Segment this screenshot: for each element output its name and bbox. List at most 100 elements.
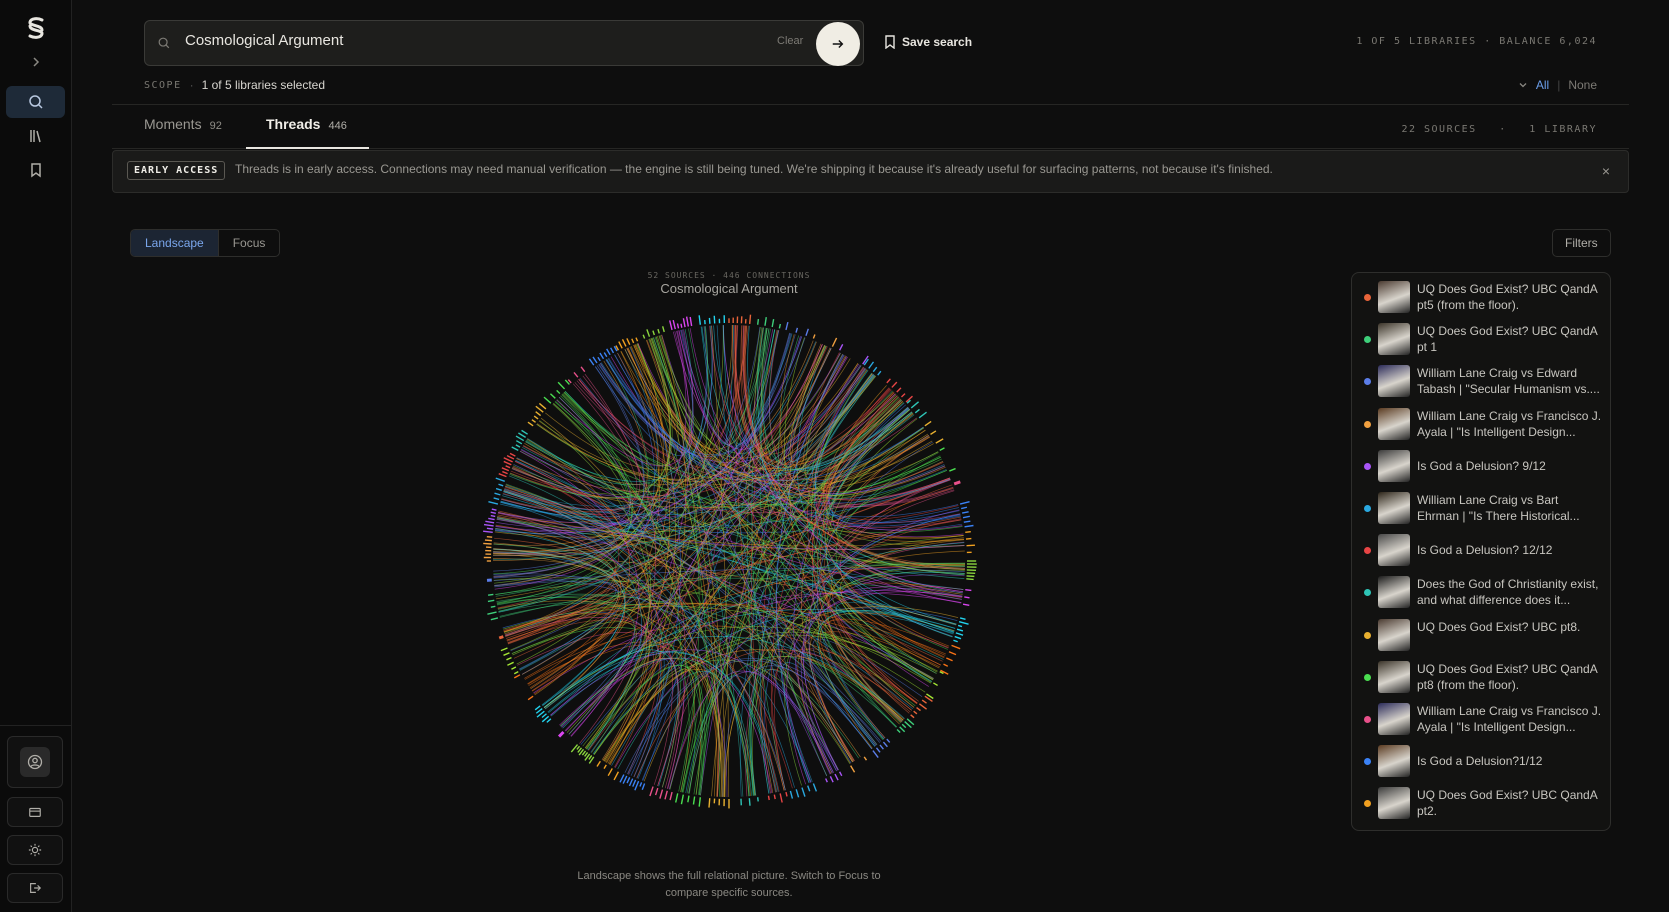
chord-tick [642, 334, 646, 339]
submit-search-button[interactable] [816, 22, 860, 66]
source-list-item[interactable]: William Lane Craig vs Francisco J. Ayala… [1352, 404, 1610, 444]
chord-tick [913, 710, 918, 715]
chord-tick [618, 341, 623, 349]
tab-threads[interactable]: Threads 446 [266, 116, 347, 132]
source-thumbnail [1378, 703, 1410, 735]
source-title: William Lane Craig vs Francisco J. Ayala… [1417, 408, 1602, 439]
chord-tick [506, 455, 515, 460]
chord-tick [965, 588, 972, 592]
chevron-down-icon[interactable] [1518, 80, 1528, 90]
chord-tick [567, 379, 572, 384]
chord-tick [961, 511, 969, 514]
source-color-dot [1364, 758, 1371, 766]
source-list-item[interactable]: Is God a Delusion?1/12 [1352, 741, 1610, 781]
source-thumbnail [1378, 281, 1410, 313]
logout-button[interactable] [7, 873, 63, 903]
chord-tick [801, 787, 806, 797]
billing-button[interactable] [7, 797, 63, 827]
chord-tick [588, 755, 593, 760]
source-list-item[interactable]: UQ Does God Exist? UBC QandA pt8 (from t… [1352, 657, 1610, 697]
chord-tick [924, 420, 932, 427]
chord-tick [789, 790, 794, 799]
scope-value[interactable]: 1 of 5 libraries selected [202, 78, 325, 92]
chord-tick [921, 699, 927, 704]
chord-tick [511, 666, 517, 670]
theme-toggle-button[interactable] [7, 835, 63, 865]
chord-tick [962, 515, 971, 519]
chord-tick [868, 361, 875, 369]
select-none-link[interactable]: None [1568, 78, 1597, 92]
chord-tick [773, 794, 776, 800]
chord-tick [509, 452, 516, 457]
view-focus-button[interactable]: Focus [219, 230, 280, 256]
account-button[interactable] [7, 736, 63, 788]
select-all-link[interactable]: All [1536, 78, 1549, 92]
source-title: UQ Does God Exist? UBC QandA pt 1 [1417, 324, 1598, 355]
tab-threads-count: 446 [328, 120, 347, 132]
scope-separator: · [189, 78, 194, 92]
chord-tick [675, 793, 679, 803]
source-thumbnail [1378, 576, 1410, 609]
source-list-item[interactable]: Does the God of Christianity exist, and … [1352, 572, 1610, 612]
source-list-item[interactable]: William Lane Craig vs Francisco J. Ayala… [1352, 699, 1610, 739]
chord-tick [488, 501, 499, 505]
chord-tick [491, 508, 497, 511]
clear-button[interactable]: Clear [777, 35, 803, 47]
chord-tick [657, 328, 660, 334]
chord-tick [964, 596, 970, 599]
source-list-item[interactable]: UQ Does God Exist? UBC QandA pt2. [1352, 783, 1610, 823]
chord-tick [748, 798, 751, 806]
chord-tick [632, 779, 637, 787]
chord-tick [896, 387, 902, 393]
source-list-item[interactable]: Is God a Delusion? 12/12 [1352, 530, 1610, 570]
source-list-item[interactable]: William Lane Craig vs Bart Ehrman | "Is … [1352, 488, 1610, 528]
chord-tick [535, 405, 544, 413]
chord-tick [812, 334, 816, 339]
avatar [20, 747, 50, 777]
logo-icon[interactable] [20, 12, 52, 44]
chord-tick [939, 447, 945, 452]
source-list-item[interactable]: UQ Does God Exist? UBC QandA pt5 (from t… [1352, 277, 1610, 317]
tab-moments[interactable]: Moments 92 [144, 116, 222, 132]
sidebar-item-search[interactable] [6, 86, 65, 118]
chord-tick [581, 750, 587, 756]
chord-tick [503, 460, 512, 466]
chord-tick [943, 663, 949, 667]
chord-tick [490, 511, 496, 514]
chord-tick [531, 419, 536, 423]
sidebar-item-library[interactable] [6, 120, 65, 152]
chord-tick [649, 786, 654, 797]
chord-tick [955, 632, 964, 636]
source-list-item[interactable]: UQ Does God Exist? UBC pt8. [1352, 615, 1610, 655]
chord-tick [483, 542, 492, 545]
save-search-label: Save search [902, 35, 973, 49]
search-input[interactable] [185, 32, 685, 49]
chord-tick [557, 730, 565, 738]
chord-connection [503, 613, 663, 778]
source-color-dot [1364, 589, 1371, 597]
arrow-right-icon [832, 40, 844, 48]
sidebar-item-bookmarks[interactable] [6, 154, 65, 186]
chord-tick [910, 714, 915, 719]
chord-tick [965, 530, 971, 534]
source-color-dot [1364, 462, 1371, 470]
chord-tick [834, 773, 839, 781]
chord-tick [785, 791, 788, 797]
chord-tick [964, 524, 974, 528]
chord-tick [495, 477, 505, 482]
source-list-item[interactable]: Is God a Delusion? 9/12 [1352, 446, 1610, 486]
source-title: Does the God of Christianity exist, and … [1417, 577, 1599, 608]
close-icon[interactable]: × [1602, 163, 1610, 179]
expand-sidebar-button[interactable] [6, 46, 65, 78]
view-landscape-button[interactable]: Landscape [131, 230, 219, 256]
chord-diagram[interactable] [460, 292, 998, 830]
chord-tick [795, 327, 799, 333]
chord-tick [483, 530, 493, 534]
chord-tick [659, 789, 664, 799]
save-search-button[interactable]: Save search [884, 35, 972, 49]
source-list-item[interactable]: UQ Does God Exist? UBC QandA pt 1 [1352, 319, 1610, 359]
source-list-item[interactable]: William Lane Craig vs Edward Tabash | "S… [1352, 361, 1610, 401]
filters-button[interactable]: Filters [1552, 229, 1611, 257]
chord-tick [610, 347, 615, 354]
chord-tick [503, 652, 510, 656]
